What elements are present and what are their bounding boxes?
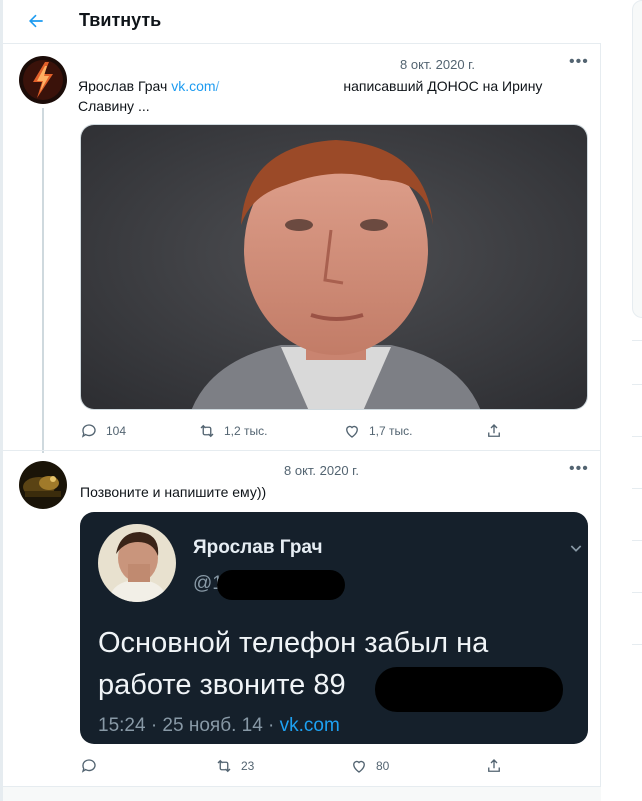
embedded-body-line1: Основной телефон забыл на bbox=[98, 627, 489, 659]
tweet-photo[interactable] bbox=[80, 124, 588, 410]
chevron-down-icon bbox=[570, 545, 582, 552]
reply-icon bbox=[81, 759, 96, 773]
header: Твитнуть bbox=[3, 0, 601, 44]
more-icon[interactable]: ••• bbox=[569, 460, 589, 478]
share-icon bbox=[488, 424, 500, 437]
redacted-text bbox=[219, 79, 338, 96]
tweet-date[interactable]: 8 окт. 2020 г. bbox=[284, 463, 359, 478]
reply-icon bbox=[81, 424, 96, 438]
retweet-button[interactable]: 1,2 тыс. bbox=[198, 422, 267, 440]
retweet-icon bbox=[200, 424, 214, 438]
divider bbox=[632, 340, 642, 341]
tweet-date[interactable]: 8 окт. 2020 г. bbox=[400, 57, 475, 72]
divider bbox=[632, 592, 642, 593]
avatar[interactable] bbox=[19, 56, 67, 104]
tweet-text-part: Ярослав Грач bbox=[78, 78, 172, 94]
like-button[interactable]: 80 bbox=[350, 757, 389, 775]
retweet-button[interactable]: 23 bbox=[215, 757, 254, 775]
tweet-text: Позвоните и напишите ему)) bbox=[80, 484, 267, 500]
share-button[interactable] bbox=[485, 757, 511, 775]
vk-link[interactable]: vk.com/ bbox=[171, 78, 219, 94]
retweet-count: 1,2 тыс. bbox=[224, 424, 268, 438]
divider bbox=[632, 644, 642, 645]
like-icon bbox=[353, 760, 365, 773]
like-count: 80 bbox=[376, 759, 390, 773]
right-rail bbox=[602, 0, 642, 801]
like-count: 1,7 тыс. bbox=[369, 424, 413, 438]
embedded-avatar bbox=[98, 524, 176, 602]
tweet-text-part: написавший ДОНОС на Ирину bbox=[339, 78, 543, 94]
sidebar-card bbox=[632, 0, 642, 318]
divider bbox=[632, 384, 642, 385]
tweet-1[interactable]: 8 окт. 2020 г. ••• Ярослав Грач vk.com/ … bbox=[3, 44, 601, 453]
divider bbox=[632, 540, 642, 541]
reply-button[interactable] bbox=[80, 757, 106, 775]
tweet-text-line2: Славину ... bbox=[78, 98, 150, 114]
feed-bottom bbox=[3, 786, 601, 801]
share-icon bbox=[488, 759, 500, 772]
embedded-name: Ярослав Грач bbox=[193, 537, 323, 558]
more-icon[interactable]: ••• bbox=[569, 53, 589, 71]
divider bbox=[632, 436, 642, 437]
share-button[interactable] bbox=[485, 422, 511, 440]
retweet-count: 23 bbox=[241, 759, 255, 773]
embedded-time: 15:24 · 25 нояб. 14 · bbox=[98, 715, 280, 736]
back-button[interactable] bbox=[21, 6, 51, 36]
embedded-source: vk.com bbox=[279, 715, 340, 736]
like-button[interactable]: 1,7 тыс. bbox=[343, 422, 412, 440]
thread-line bbox=[42, 108, 44, 453]
divider bbox=[632, 488, 642, 489]
embedded-footer: 15:24 · 25 нояб. 14 · vk.com bbox=[98, 715, 340, 737]
attached-screenshot[interactable]: Ярослав Грач @1 Основной телефон забыл н… bbox=[80, 512, 588, 744]
page: Твитнуть 8 окт. 2020 г. ••• Ярослав Грач… bbox=[0, 0, 642, 801]
tweet-text: Ярослав Грач vk.com/ написавший ДОНОС на… bbox=[78, 76, 588, 116]
back-arrow-icon bbox=[29, 14, 43, 28]
avatar[interactable] bbox=[19, 461, 67, 509]
reply-button[interactable]: 104 bbox=[80, 422, 126, 440]
main-column: Твитнуть 8 окт. 2020 г. ••• Ярослав Грач… bbox=[3, 0, 601, 801]
reply-count: 104 bbox=[106, 424, 127, 438]
redaction-block bbox=[217, 570, 345, 600]
like-icon bbox=[346, 425, 358, 438]
page-title: Твитнуть bbox=[79, 10, 162, 30]
redaction-block bbox=[375, 667, 563, 712]
retweet-icon bbox=[217, 759, 231, 773]
